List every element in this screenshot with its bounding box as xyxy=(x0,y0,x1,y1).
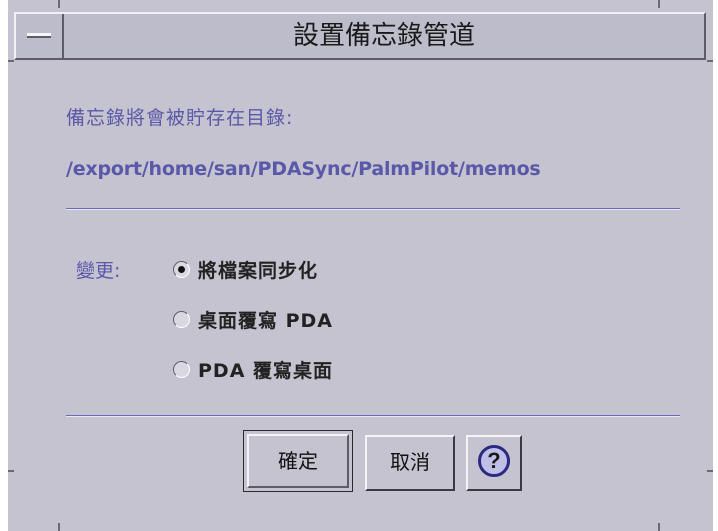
help-icon: ? xyxy=(478,445,510,477)
radio-selected-icon[interactable] xyxy=(173,260,190,278)
radio-desktop-overwrites-pda[interactable]: 桌面覆寫 PDA xyxy=(173,305,333,333)
ok-button-label: 確定 xyxy=(247,434,349,488)
frame-tick xyxy=(58,523,60,531)
frame-tick xyxy=(58,0,60,8)
radio-label: 將檔案同步化 xyxy=(198,259,319,282)
separator-bottom xyxy=(66,415,680,417)
help-button[interactable]: ? xyxy=(466,435,522,491)
ok-button[interactable]: 確定 xyxy=(243,430,353,492)
window-menu-icon xyxy=(27,33,51,38)
cancel-button[interactable]: 取消 xyxy=(365,435,455,491)
frame-tick xyxy=(707,470,713,472)
radio-unselected-icon[interactable] xyxy=(173,310,190,328)
radio-label: PDA 覆寫桌面 xyxy=(198,359,334,382)
frame-tick xyxy=(8,470,14,472)
separator-top xyxy=(66,208,680,210)
radio-sync-files[interactable]: 將檔案同步化 xyxy=(173,255,318,283)
title-bar[interactable]: 設置備忘錄管道 xyxy=(14,12,706,60)
directory-path: /export/home/san/PDASync/PalmPilot/memos xyxy=(66,158,541,180)
radio-unselected-icon[interactable] xyxy=(173,360,190,378)
frame-tick xyxy=(658,523,660,531)
frame-tick xyxy=(707,60,713,62)
radio-label: 桌面覆寫 PDA xyxy=(198,309,334,332)
change-label: 變更: xyxy=(76,260,121,282)
directory-label: 備忘錄將會被貯存在目錄: xyxy=(66,107,294,129)
frame-tick xyxy=(658,0,660,8)
dialog-window: 設置備忘錄管道 備忘錄將會被貯存在目錄: /export/home/san/PD… xyxy=(8,0,713,531)
frame-tick xyxy=(8,60,14,62)
radio-pda-overwrites-desktop[interactable]: PDA 覆寫桌面 xyxy=(173,355,333,383)
window-title: 設置備忘錄管道 xyxy=(292,21,475,51)
window-menu-button[interactable] xyxy=(16,14,64,58)
